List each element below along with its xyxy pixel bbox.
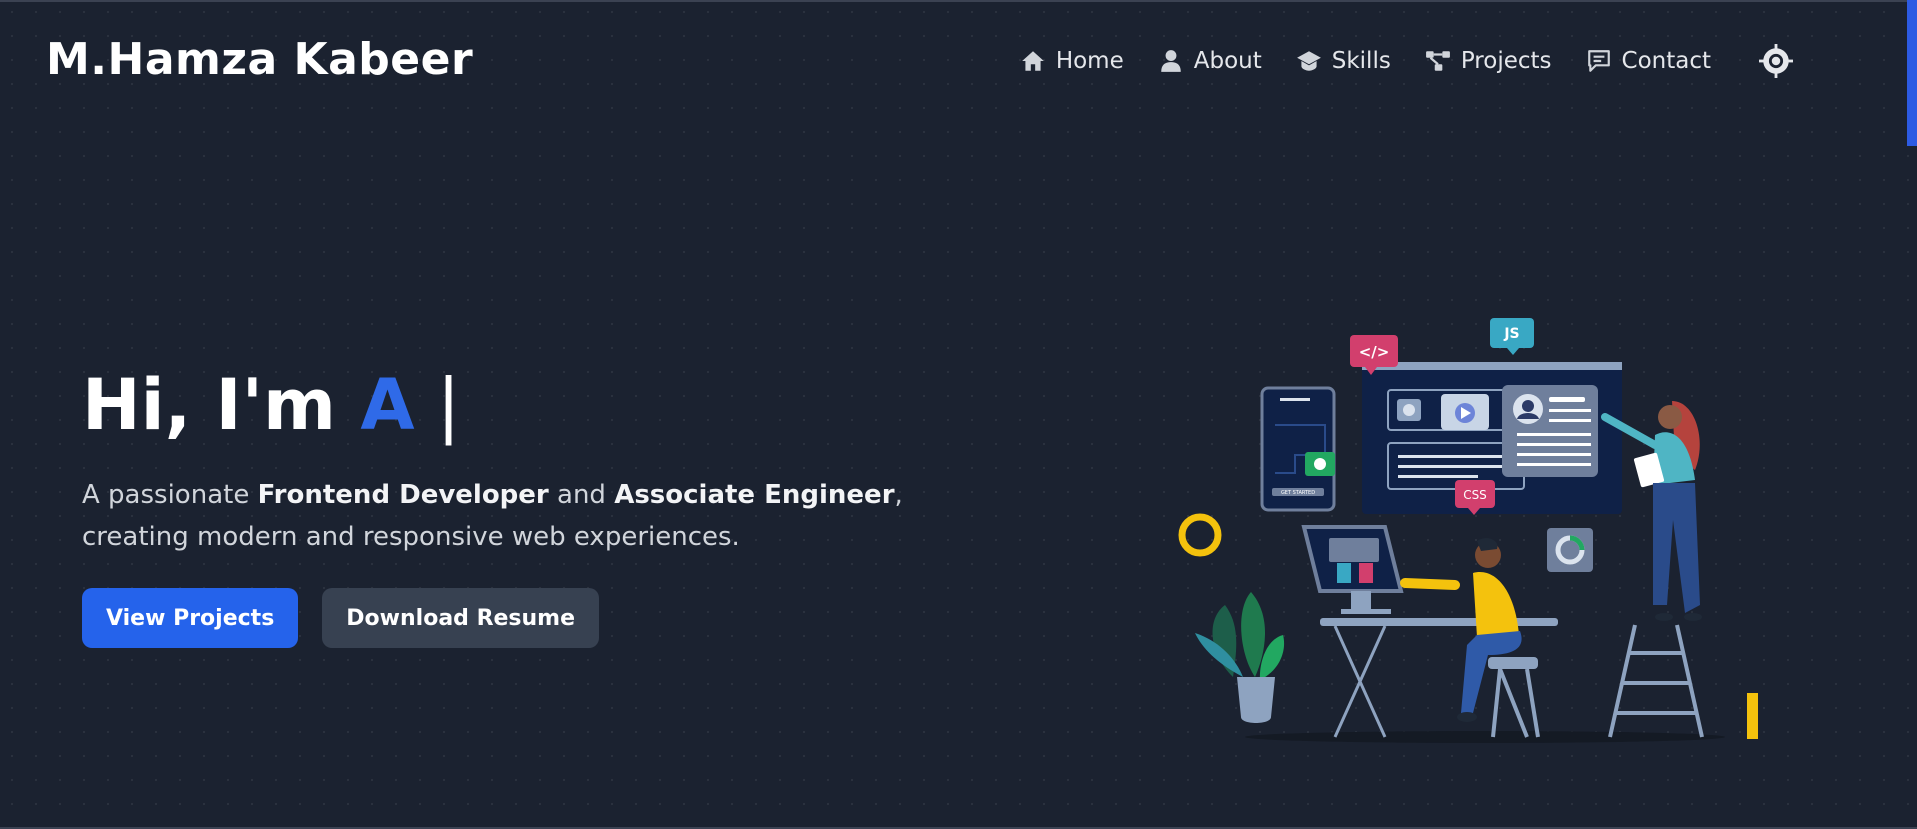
graduation-cap-icon [1296,51,1321,71]
code-tag-label: </> [1359,343,1390,361]
hero-typed-text: A [360,364,415,446]
scrollbar-thumb[interactable] [1907,0,1917,146]
desc-role-engineer: Associate Engineer [614,480,895,510]
project-diagram-icon [1425,51,1450,71]
nav-skills[interactable]: Skills [1296,48,1391,74]
nav-about-label: About [1193,48,1262,74]
message-icon [1587,50,1610,72]
main-nav: Home About Skills Projects Contact [1020,44,1793,78]
hero-greeting: Hi, I'm [82,364,361,446]
hero-title: Hi, I'm A | [82,370,942,440]
sun-icon[interactable] [1759,44,1793,78]
css-tag-label: CSS [1463,488,1487,502]
typing-cursor: | [414,364,461,446]
js-tag-label: JS [1503,326,1519,342]
nav-projects[interactable]: Projects [1425,48,1552,74]
phone-get-started-label: GET STARTED [1281,490,1315,496]
download-resume-button[interactable]: Download Resume [322,588,600,648]
nav-contact-label: Contact [1621,48,1711,74]
hero-actions: View Projects Download Resume [82,588,942,648]
desc-role-frontend: Frontend Developer [257,480,549,510]
site-logo[interactable]: M.Hamza Kabeer [46,34,473,85]
nav-projects-label: Projects [1460,48,1552,74]
nav-about[interactable]: About [1158,48,1262,74]
desc-intro: A passionate [82,480,258,510]
home-icon [1021,51,1044,71]
nav-contact[interactable]: Contact [1586,48,1711,74]
user-icon [1160,50,1181,72]
desc-and: and [548,480,615,510]
nav-skills-label: Skills [1331,48,1391,74]
hero-description: A passionate Frontend Developer and Asso… [82,474,942,558]
view-projects-button[interactable]: View Projects [82,588,299,648]
site-header: M.Hamza Kabeer Home About Skills Project… [0,0,1905,126]
nav-home-label: Home [1055,48,1124,74]
developer-illustration: GET STARTED </> JS CSS [1178,318,1758,743]
nav-home[interactable]: Home [1020,48,1124,74]
hero-section: Hi, I'm A | A passionate Frontend Develo… [82,370,942,648]
